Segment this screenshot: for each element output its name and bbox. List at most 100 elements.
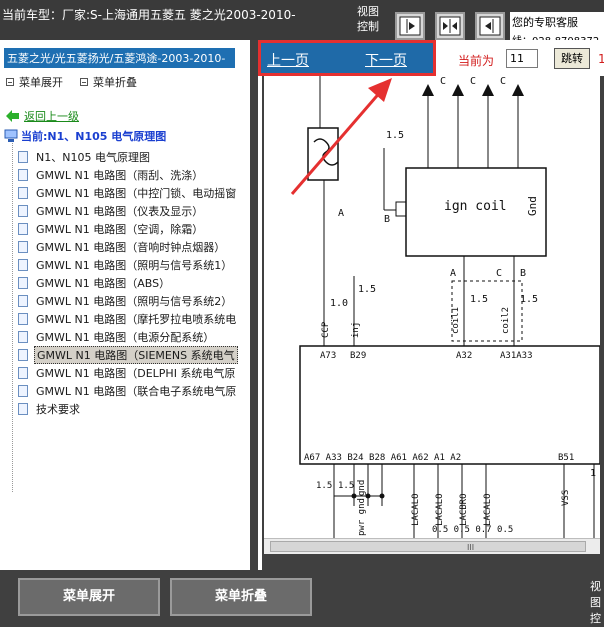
diagram-frame: C C C 1.5 ign coil Gnd A B A C B 1.0 1.5… [262,76,604,570]
horizontal-scrollbar[interactable]: III [264,538,600,554]
tree-item-label: GMWL N1 电路图（电源分配系统） [36,331,215,344]
label-a-left: A [338,208,344,219]
bottom-values: 0.5 0.5 0.7 0.5 [432,525,513,535]
panel-divider[interactable] [250,40,258,570]
tree-connector [12,140,13,492]
computer-icon [4,129,18,142]
tree-item[interactable]: GMWL N1 电路图（电源分配系统） [18,328,216,346]
tree-item[interactable]: GMWL N1 电路图（仪表及显示） [18,202,205,220]
menu-collapse-label: 菜单折叠 [93,76,137,89]
view-next-button[interactable] [475,12,505,40]
right-edge-value: 1 [590,468,596,479]
back-arrow-icon [6,110,19,122]
vss-label: VSS [561,490,571,506]
menu-expand-link[interactable]: 菜单展开 [6,74,63,90]
bottom-view-control-label: 视图控 [590,580,601,625]
jump-button[interactable]: 跳转 [554,48,590,69]
prev-page-link[interactable]: 上一页 [267,50,309,70]
tree-item[interactable]: GMWL N1 电路图（雨刮、洗涤） [18,166,205,184]
scrollbar-thumb[interactable]: III [270,541,586,552]
label-a-coil: A [450,268,456,279]
document-icon [18,385,28,397]
tree-item-label: GMWL N1 电路图（音响时钟点烟器） [36,241,226,254]
back-label: 返回上一级 [24,110,79,123]
vehicle-path: 五菱之光/光五菱扬光/五菱鸿途-2003-2010- [4,48,235,68]
page-number-input[interactable] [506,49,538,68]
tree-item[interactable]: GMWL N1 电路图（照明与信号系统2） [18,292,234,310]
highlighted-nav-box: 上一页 下一页 [258,40,436,76]
wire-size-10: 1.0 [330,298,348,309]
pin-a32: A32 [456,351,472,361]
wiring-diagram-view[interactable]: C C C 1.5 ign coil Gnd A B A C B 1.0 1.5… [264,76,600,538]
tree-view: 返回上一级 当前:N1、N105 电气原理图 N1、N105 电气原理图 GMWL… [4,108,244,568]
current-page-label: 当前为 [458,54,495,68]
inj-label: inj [351,322,361,338]
document-icon [18,403,28,415]
current-node: 当前:N1、N105 电气原理图 [4,128,166,144]
next-page-link[interactable]: 下一页 [365,50,407,70]
wiring-diagram: C C C 1.5 ign coil Gnd A B A C B 1.0 1.5… [290,76,600,538]
tree-item[interactable]: GMWL N1 电路图（联合电子系统电气原 [18,382,238,400]
tree-item-label: GMWL N1 电路图（照明与信号系统2） [36,295,233,308]
scrollbar-grip: III [467,543,475,552]
tree-item[interactable]: GMWL N1 电路图（ABS） [18,274,172,292]
gnd-label: Gnd [526,196,539,216]
tree-item[interactable]: GMWL N1 电路图（中控门锁、电动摇窗 [18,184,238,202]
pin-a31a33: A31A33 [500,351,533,361]
tree-item-label: GMWL N1 电路图（摩托罗拉电喷系统电 [36,313,237,326]
vehicle-title: 当前车型：厂家:S-上海通用五菱五 菱之光2003-2010- [2,8,296,22]
collapse-icon [80,78,88,86]
pin-b51: B51 [558,453,574,463]
document-icon [18,241,28,253]
bottom-wire-15a: 1.5 [316,481,332,491]
pin-row: A67 A33 B24 B28 A61 A62 A1 A2 [304,453,461,463]
tree-item[interactable]: GMWL N1 电路图（空调，除霜） [18,220,205,238]
lacalo-3: LACALO [483,493,493,526]
view-control-label: 视图控制 [357,5,379,33]
tree-item-label: GMWL N1 电路图（空调，除霜） [36,223,204,236]
view-fit-button[interactable] [435,12,465,40]
menu-collapse-link[interactable]: 菜单折叠 [80,74,137,90]
left-panel: 五菱之光/光五菱扬光/五菱鸿途-2003-2010- 菜单展开 菜单折叠 返回上… [0,40,250,570]
annotation-arrow [290,78,392,195]
expand-icon [6,78,14,86]
wire-size-a: 1.5 [470,294,488,305]
bottom-expand-button[interactable]: 菜单展开 [18,578,160,616]
tree-item[interactable]: GMWL N1 电路图（音响时钟点烟器） [18,238,227,256]
fit-width-icon [439,16,461,36]
lacalo-2: LACALO [435,493,445,526]
document-icon [18,313,28,325]
tree-item-label: GMWL N1 电路图（雨刮、洗涤） [36,169,204,182]
tree-item[interactable]: GMWL N1 电路图（DELPHI 系统电气原 [18,364,237,382]
diagram-label-c3: C [500,76,506,87]
ign-coil-label: ign coil [444,199,507,214]
page-nav-bar: 上一页 下一页 当前为 跳转 1 [258,40,604,76]
tree-item[interactable]: GMWL N1 电路图（摩托罗拉电喷系统电 [18,310,238,328]
tree-item[interactable]: 技术要求 [18,400,82,418]
document-icon [18,331,28,343]
back-link[interactable]: 返回上一级 [6,108,79,124]
bottom-bar: 菜单展开 菜单折叠 视图控 [0,570,604,625]
bottom-collapse-button[interactable]: 菜单折叠 [170,578,312,616]
document-icon [18,223,28,235]
wire-size-top: 1.5 [386,130,404,141]
document-icon [18,259,28,271]
tree-item-label: GMWL N1 电路图（SIEMENS 系统电气 [34,346,238,364]
tree-item-label: GMWL N1 电路图（中控门锁、电动摇窗 [36,187,237,200]
tree-item[interactable]: GMWL N1 电路图（照明与信号系统1） [18,256,234,274]
step-right-icon [399,16,421,36]
pin-b29: B29 [350,351,366,361]
label-b: B [384,214,390,225]
label-c-coil: C [496,268,502,279]
tree-item[interactable]: GMWL N1 电路图（SIEMENS 系统电气 [18,346,238,364]
document-icon [18,151,28,163]
support-text: 您的专职客服 [512,16,578,29]
tree-item[interactable]: N1、N105 电气原理图 [18,148,152,166]
support-phone: 线：028-8708372 [512,32,599,40]
document-icon [18,205,28,217]
tree-item-label: GMWL N1 电路图（联合电子系统电气原 [36,385,237,398]
label-b-coil: B [520,268,526,279]
view-prev-button[interactable] [395,12,425,40]
wire-size-mid: 1.5 [358,284,376,295]
pwr-gnd-label: pwr gnd [357,498,367,536]
